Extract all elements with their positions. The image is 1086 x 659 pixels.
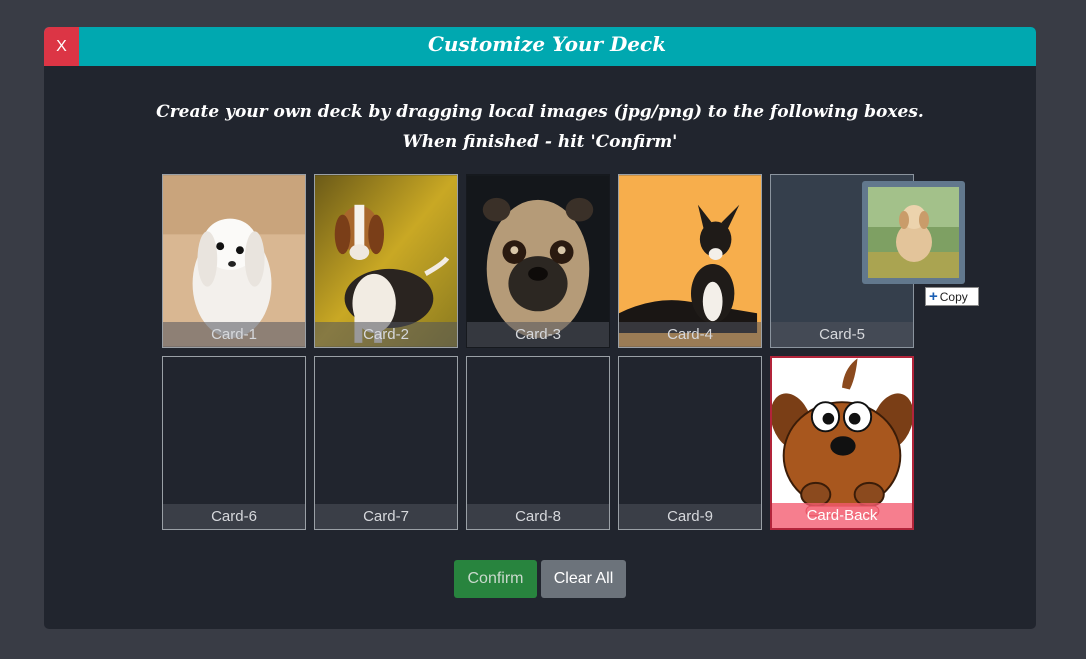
card-label: Card-3 xyxy=(467,322,609,347)
confirm-button[interactable]: Confirm xyxy=(454,560,537,598)
card-label: Card-1 xyxy=(163,322,305,347)
instructions: Create your own deck by dragging local i… xyxy=(44,97,1036,157)
card-label: Card-2 xyxy=(315,322,457,347)
drag-ghost xyxy=(862,181,965,284)
card-slot-7[interactable]: Card-7 xyxy=(314,356,458,530)
card-slot-6[interactable]: Card-6 xyxy=(162,356,306,530)
copy-tooltip: + Copy xyxy=(925,287,979,306)
card-slot-9[interactable]: Card-9 xyxy=(618,356,762,530)
card-label: Card-7 xyxy=(315,504,457,529)
modal-header: Customize Your Deck X xyxy=(44,27,1036,66)
copy-label: Copy xyxy=(939,290,968,304)
card-slot-3[interactable]: Card-3 xyxy=(466,174,610,348)
card-back-slot[interactable]: Card-Back xyxy=(770,356,914,530)
instructions-line-2: When finished - hit 'Confirm' xyxy=(402,132,678,152)
close-button[interactable]: X xyxy=(44,27,79,66)
plus-icon: + xyxy=(929,288,938,305)
card-label: Card-9 xyxy=(619,504,761,529)
card-slot-4[interactable]: Card-4 xyxy=(618,174,762,348)
card-slot-1[interactable]: Card-1 xyxy=(162,174,306,348)
card-label: Card-Back xyxy=(772,503,912,528)
modal-title: Customize Your Deck xyxy=(427,32,667,56)
card-label: Card-8 xyxy=(467,504,609,529)
card-slot-8[interactable]: Card-8 xyxy=(466,356,610,530)
card-label: Card-4 xyxy=(619,322,761,347)
clear-all-button[interactable]: Clear All xyxy=(541,560,626,598)
golden-puppy-on-grass-image xyxy=(868,187,959,278)
card-label: Card-5 xyxy=(771,322,913,347)
instructions-line-1: Create your own deck by dragging local i… xyxy=(156,102,924,122)
card-label: Card-6 xyxy=(163,504,305,529)
card-slot-2[interactable]: Card-2 xyxy=(314,174,458,348)
